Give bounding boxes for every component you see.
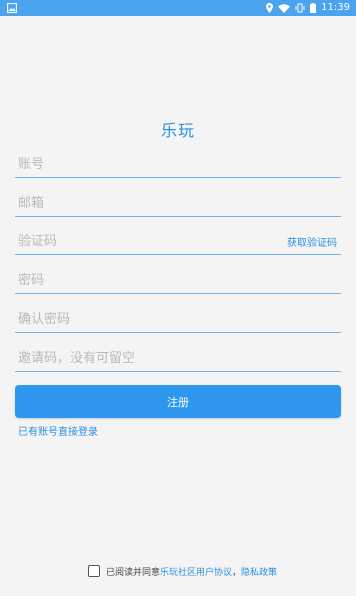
status-bar: 11:39	[0, 0, 356, 16]
agreement-row: 已阅读并同意 乐玩社区用户协议 ， 隐私政策	[88, 564, 277, 578]
agreement-prefix: 已阅读并同意	[106, 567, 161, 578]
account-field	[15, 151, 341, 178]
get-code-button[interactable]: 获取验证码	[287, 234, 337, 249]
account-input[interactable]	[18, 153, 273, 175]
image-icon	[7, 3, 17, 13]
vibrate-icon	[295, 3, 305, 13]
invite-code-input[interactable]	[18, 347, 273, 369]
user-agreement-link[interactable]: 乐玩社区用户协议	[160, 565, 232, 578]
invite-code-field	[15, 345, 341, 372]
login-link[interactable]: 已有账号直接登录	[18, 423, 98, 438]
confirm-password-input[interactable]	[18, 308, 273, 330]
battery-icon	[310, 3, 317, 13]
register-button[interactable]: 注册	[15, 385, 341, 418]
agreement-separator: ，	[232, 567, 242, 578]
app-title: 乐玩	[160, 121, 195, 140]
code-field: 获取验证码	[15, 228, 341, 255]
code-input[interactable]	[18, 230, 273, 252]
agreement-checkbox[interactable]	[88, 565, 100, 577]
confirm-password-field	[15, 306, 341, 333]
wifi-icon	[278, 3, 291, 13]
clock-time: 11:39	[321, 2, 350, 13]
location-icon	[266, 3, 274, 13]
password-field	[15, 267, 341, 294]
privacy-policy-link[interactable]: 隐私政策	[241, 565, 277, 578]
email-input[interactable]	[18, 192, 273, 214]
password-input[interactable]	[18, 269, 273, 291]
email-field	[15, 190, 341, 217]
